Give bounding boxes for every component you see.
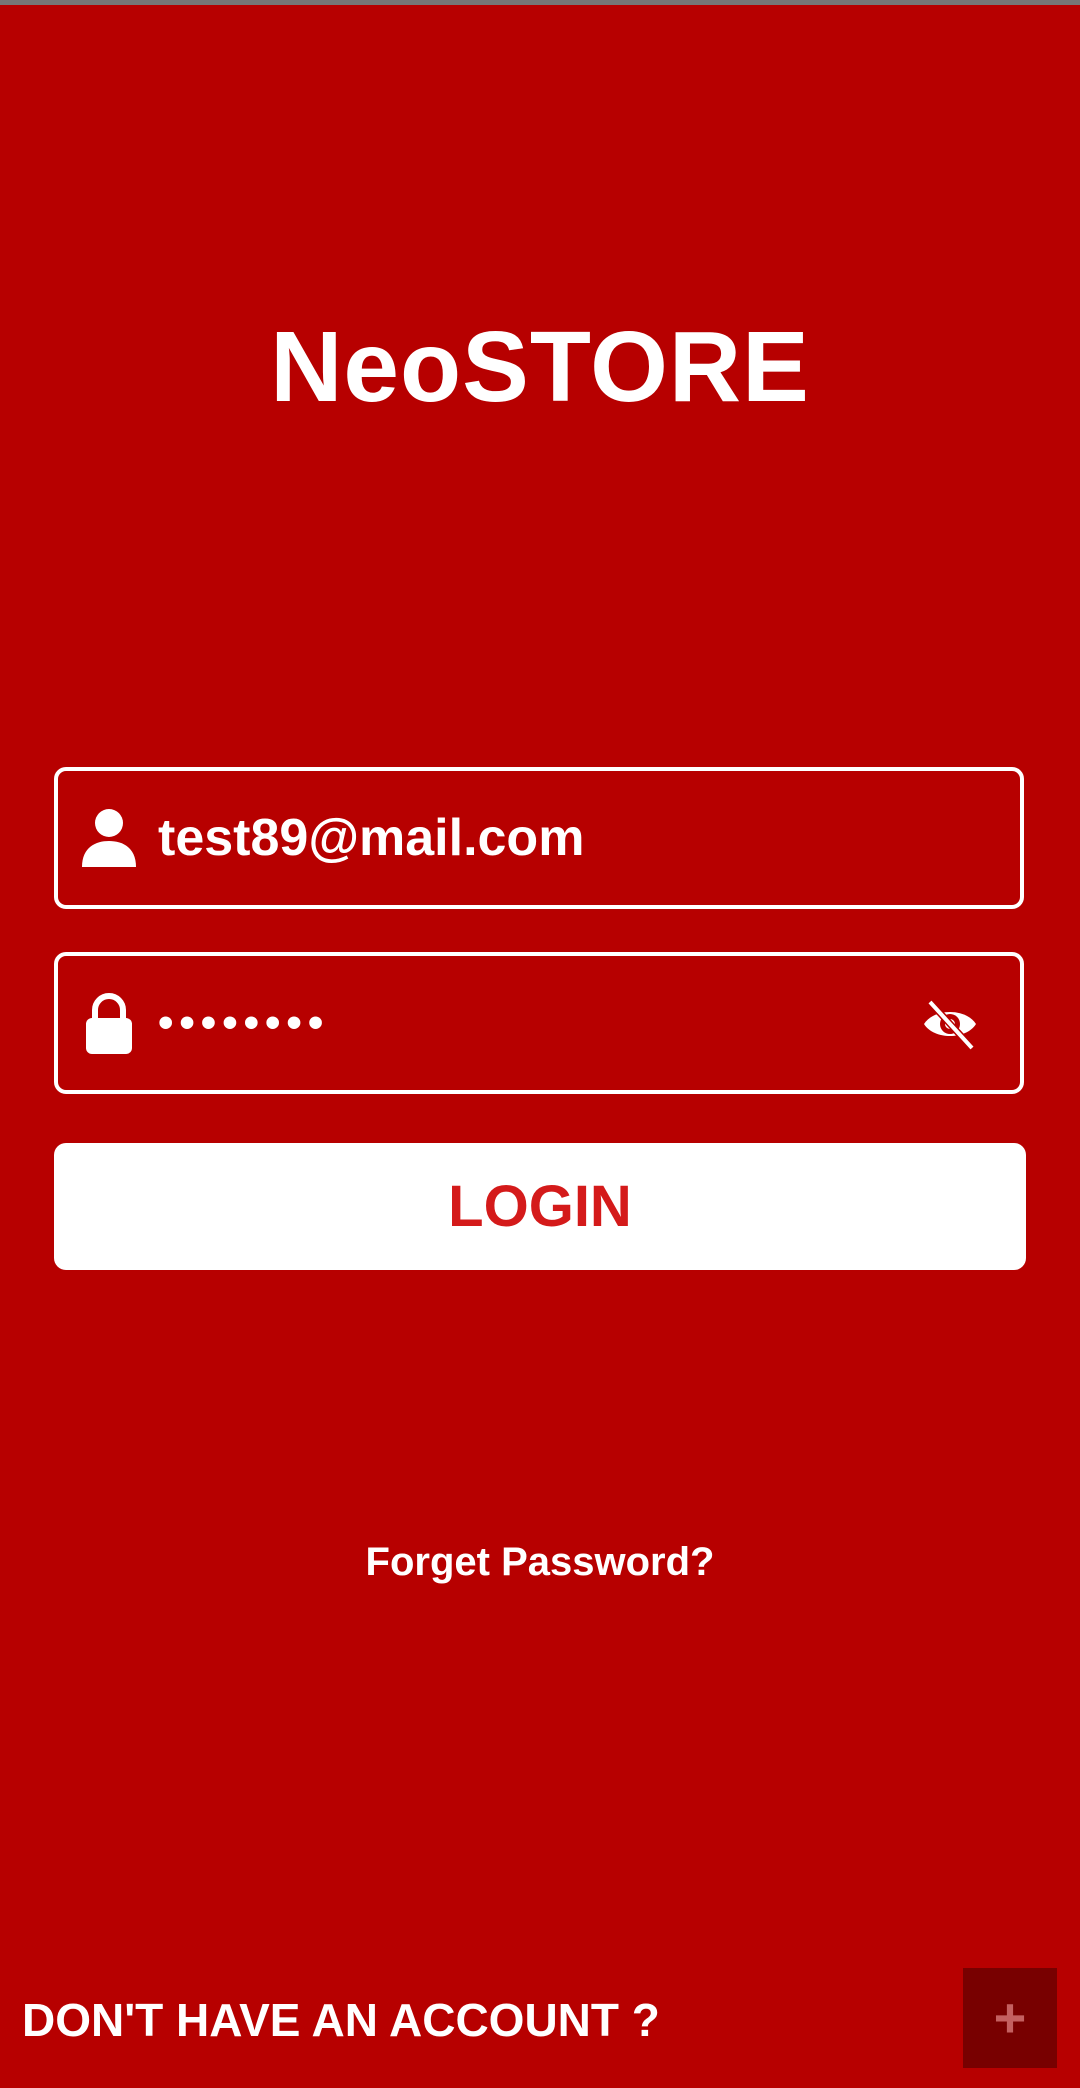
password-field[interactable] xyxy=(54,952,1024,1094)
email-field[interactable] xyxy=(54,767,1024,909)
lock-icon xyxy=(76,990,142,1056)
login-screen: NeoSTORE LOGIN Fo xyxy=(0,0,1080,2088)
status-bar-divider xyxy=(0,0,1080,5)
email-input[interactable] xyxy=(158,771,918,905)
plus-icon: + xyxy=(993,1986,1027,2049)
eye-off-icon[interactable] xyxy=(920,996,980,1052)
forgot-password-link[interactable]: Forget Password? xyxy=(0,1540,1080,1585)
password-input[interactable] xyxy=(158,956,918,1090)
app-title: NeoSTORE xyxy=(270,311,810,423)
signup-prompt: DON'T HAVE AN ACCOUNT ? xyxy=(22,1994,660,2046)
login-button[interactable]: LOGIN xyxy=(54,1143,1026,1270)
person-icon xyxy=(76,805,142,871)
add-account-button[interactable]: + xyxy=(963,1968,1057,2068)
